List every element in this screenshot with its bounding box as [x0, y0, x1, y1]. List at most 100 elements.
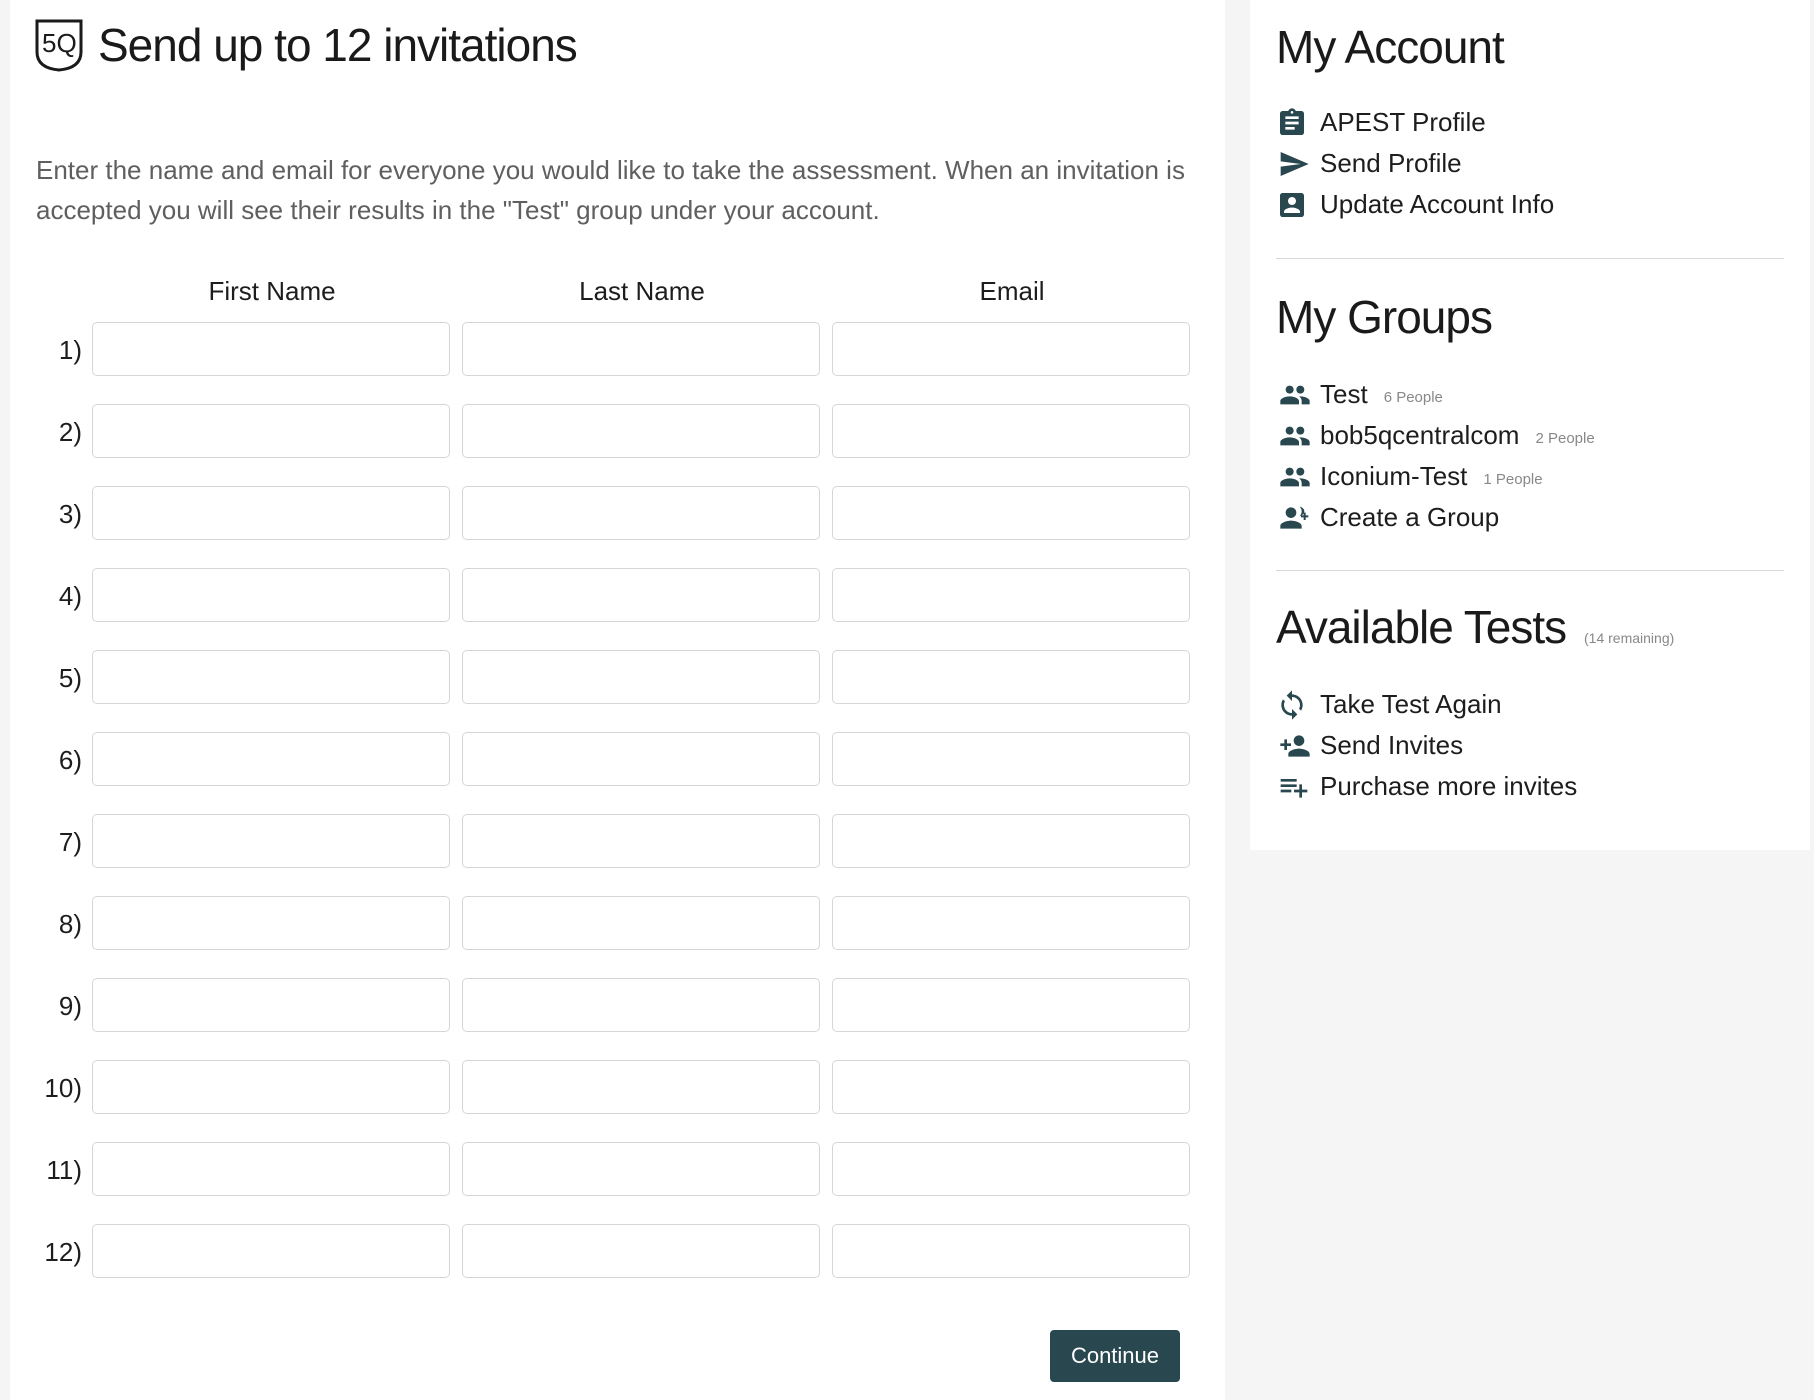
my-groups-heading: My Groups — [1276, 291, 1493, 343]
tests-remaining: (14 remaining) — [1584, 630, 1675, 646]
create-group-link[interactable]: Create a Group — [1276, 497, 1595, 538]
row-number: 12) — [44, 1237, 82, 1267]
last-name-input[interactable] — [462, 978, 820, 1032]
row-number: 8) — [58, 909, 82, 939]
last-name-input[interactable] — [462, 896, 820, 950]
first-name-input[interactable] — [92, 814, 450, 868]
email-input[interactable] — [832, 1224, 1190, 1278]
tests-menu: Take Test Again Send Invites Purchase mo… — [1276, 684, 1577, 807]
continue-button[interactable]: Continue — [1050, 1330, 1180, 1382]
people-icon — [1276, 460, 1316, 494]
row-number: 11) — [46, 1155, 82, 1185]
email-input[interactable] — [832, 978, 1190, 1032]
group-item-test[interactable]: Test 6 People — [1276, 374, 1595, 415]
svg-text:5Q: 5Q — [42, 28, 77, 58]
invite-row: 2) — [10, 404, 1225, 486]
row-number: 10) — [44, 1073, 82, 1103]
menu-item-send-profile[interactable]: Send Profile — [1276, 143, 1554, 184]
email-input[interactable] — [832, 1142, 1190, 1196]
sidebar: My Account APEST Profile Send Profile Up… — [1250, 0, 1810, 850]
last-name-input[interactable] — [462, 568, 820, 622]
row-number: 3) — [58, 499, 82, 529]
first-name-input[interactable] — [92, 1142, 450, 1196]
menu-item-label: Take Test Again — [1320, 689, 1502, 719]
menu-item-label: Send Invites — [1320, 730, 1464, 760]
group-item-iconium-test[interactable]: Iconium-Test 1 People — [1276, 456, 1595, 497]
menu-item-label: Update Account Info — [1320, 189, 1555, 219]
first-name-input[interactable] — [92, 568, 450, 622]
group-name: Test — [1320, 379, 1368, 409]
group-count: 6 People — [1383, 389, 1443, 406]
last-name-input[interactable] — [462, 1060, 820, 1114]
invite-row: 1) — [10, 322, 1225, 404]
row-number: 9) — [58, 991, 82, 1021]
first-name-input[interactable] — [92, 486, 450, 540]
menu-item-send-invites[interactable]: Send Invites — [1276, 725, 1577, 766]
email-header: Email — [979, 276, 1045, 306]
last-name-input[interactable] — [462, 486, 820, 540]
first-name-input[interactable] — [92, 896, 450, 950]
last-name-input[interactable] — [462, 1224, 820, 1278]
email-input[interactable] — [832, 404, 1190, 458]
invite-row: 12) — [10, 1224, 1225, 1306]
menu-item-label: APEST Profile — [1320, 107, 1486, 137]
first-name-input[interactable] — [92, 650, 450, 704]
account-box-icon — [1276, 188, 1316, 222]
invite-row: 10) — [10, 1060, 1225, 1142]
email-input[interactable] — [832, 568, 1190, 622]
last-name-input[interactable] — [462, 814, 820, 868]
row-number: 7) — [58, 827, 82, 857]
my-account-heading: My Account — [1276, 21, 1505, 73]
last-name-input[interactable] — [462, 650, 820, 704]
email-input[interactable] — [832, 814, 1190, 868]
menu-item-label: Create a Group — [1320, 502, 1500, 532]
menu-item-label: Send Profile — [1320, 148, 1462, 178]
row-number: 1) — [58, 335, 82, 365]
group-name: bob5qcentralcom — [1320, 420, 1520, 450]
row-number: 6) — [58, 745, 82, 775]
email-input[interactable] — [832, 322, 1190, 376]
row-number: 4) — [58, 581, 82, 611]
available-tests-heading: Available Tests — [1276, 601, 1567, 653]
first-name-header: First Name — [208, 276, 336, 306]
first-name-input[interactable] — [92, 978, 450, 1032]
send-icon — [1276, 147, 1316, 181]
divider — [1276, 258, 1784, 259]
email-input[interactable] — [832, 486, 1190, 540]
first-name-input[interactable] — [92, 1224, 450, 1278]
last-name-input[interactable] — [462, 322, 820, 376]
group-count: 2 People — [1535, 430, 1595, 447]
email-input[interactable] — [832, 732, 1190, 786]
email-input[interactable] — [832, 650, 1190, 704]
menu-item-update-account-info[interactable]: Update Account Info — [1276, 184, 1554, 225]
group-name: Iconium-Test — [1320, 461, 1468, 491]
invite-row: 8) — [10, 896, 1225, 978]
invite-rows: 1) 2) 3) 4) 5) 6) 7) 8) 9) 10) 11) 12) — [10, 322, 1225, 1306]
first-name-input[interactable] — [92, 732, 450, 786]
people-icon — [1276, 419, 1316, 453]
group-item-bob5qcentralcom[interactable]: bob5qcentralcom 2 People — [1276, 415, 1595, 456]
row-number: 2) — [58, 417, 82, 447]
intro-text: Enter the name and email for everyone yo… — [36, 155, 1185, 225]
refresh-icon — [1276, 688, 1316, 722]
email-input[interactable] — [832, 896, 1190, 950]
invite-row: 4) — [10, 568, 1225, 650]
invite-row: 11) — [10, 1142, 1225, 1224]
menu-item-apest-profile[interactable]: APEST Profile — [1276, 102, 1554, 143]
email-input[interactable] — [832, 1060, 1190, 1114]
row-number: 5) — [58, 663, 82, 693]
account-menu: APEST Profile Send Profile Update Accoun… — [1276, 102, 1554, 225]
menu-item-label: Purchase more invites — [1320, 771, 1578, 801]
first-name-input[interactable] — [92, 1060, 450, 1114]
last-name-input[interactable] — [462, 732, 820, 786]
invitations-panel: 5Q Send up to 12 invitations Enter the n… — [10, 0, 1225, 1400]
menu-item-take-test-again[interactable]: Take Test Again — [1276, 684, 1577, 725]
menu-item-purchase-invites[interactable]: Purchase more invites — [1276, 766, 1577, 807]
clipboard-icon — [1276, 106, 1316, 140]
group-count: 1 People — [1483, 471, 1543, 488]
last-name-input[interactable] — [462, 404, 820, 458]
first-name-input[interactable] — [92, 404, 450, 458]
first-name-input[interactable] — [92, 322, 450, 376]
title-row: 5Q Send up to 12 invitations — [34, 18, 578, 72]
last-name-input[interactable] — [462, 1142, 820, 1196]
